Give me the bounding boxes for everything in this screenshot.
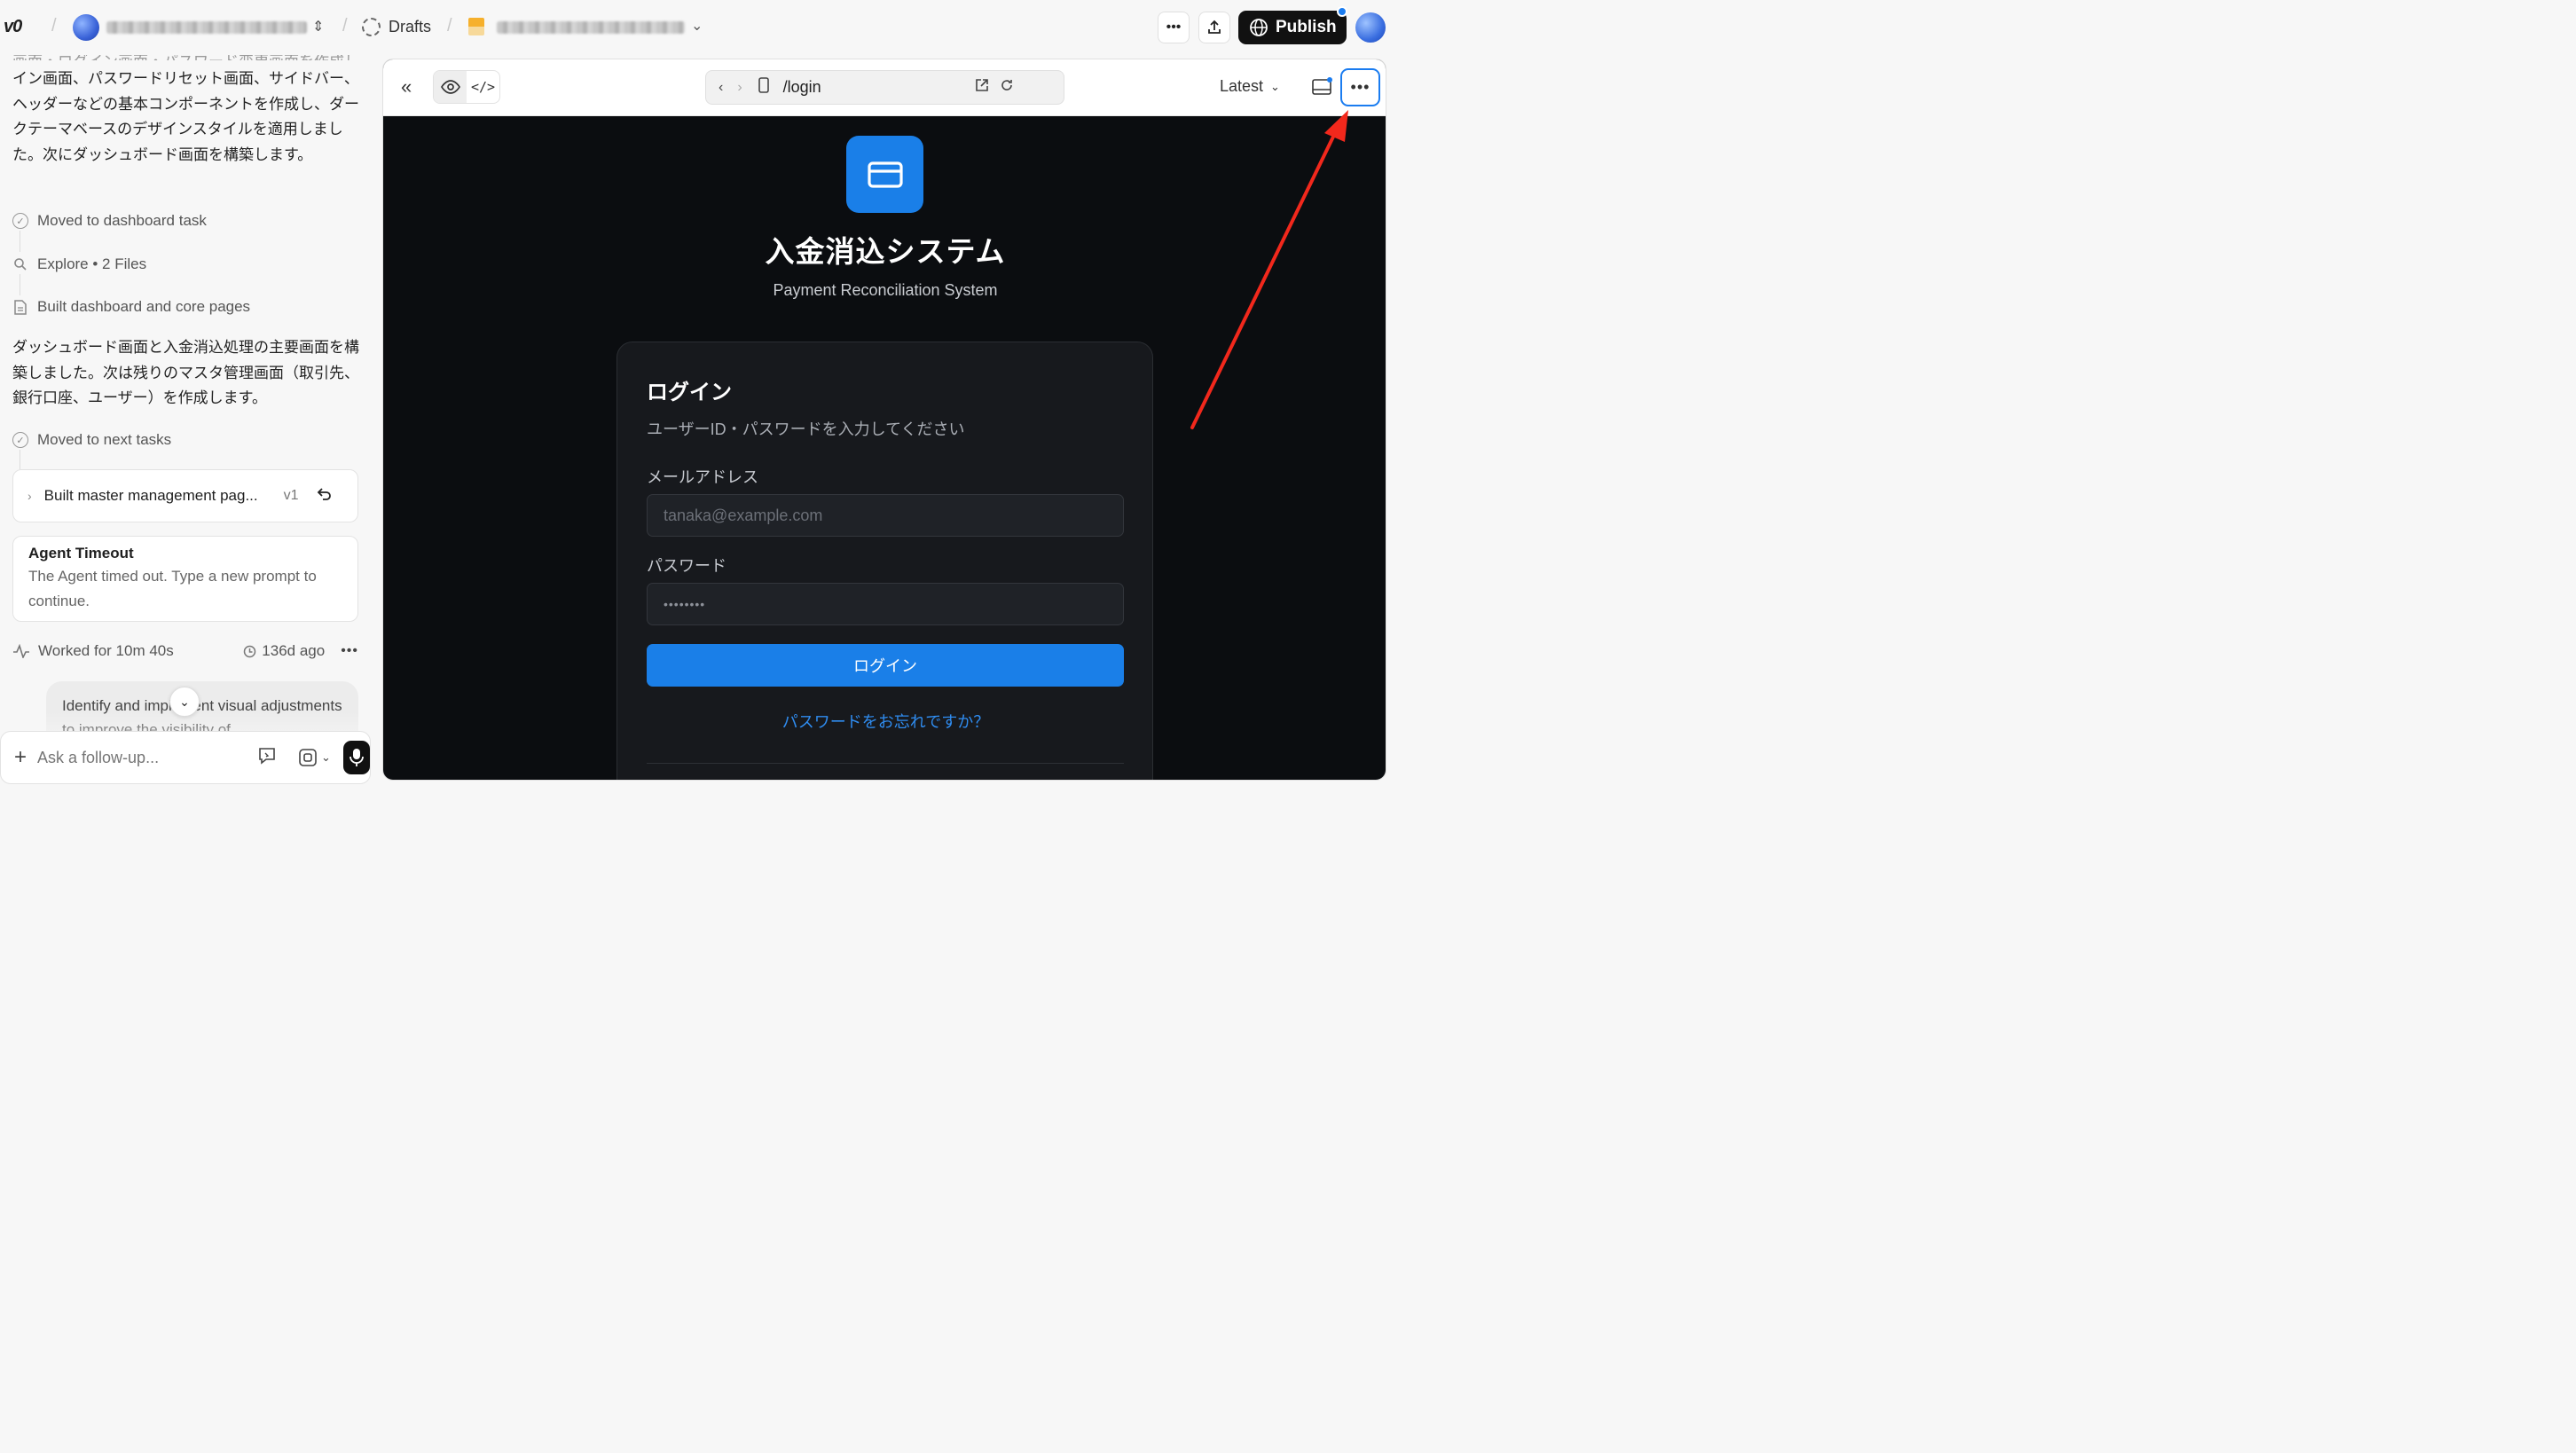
faded-text: 画面・ログイン画面・パスワード変更画面を作成しました。	[12, 55, 360, 60]
user-avatar[interactable]	[1355, 12, 1386, 43]
top-bar: v0 / ⇕ / Drafts / ⌄ ••• Publish	[0, 0, 1391, 55]
email-label: メールアドレス	[647, 468, 758, 486]
chevron-updown-icon[interactable]: ⇕	[312, 18, 324, 35]
microphone-icon	[349, 749, 364, 766]
credit-card-icon	[867, 161, 903, 188]
drafts-link[interactable]: Drafts	[389, 18, 431, 36]
login-card: ログイン ユーザーID・パスワードを入力してください メールアドレス tanak…	[617, 342, 1154, 780]
step-label: Moved to next tasks	[37, 431, 172, 448]
clock-icon	[244, 645, 256, 657]
login-description: ユーザーID・パスワードを入力してください	[647, 420, 965, 438]
step-built-dashboard[interactable]: Built dashboard and core pages	[12, 298, 250, 316]
step-moved-next: ✓ Moved to next tasks	[12, 431, 171, 449]
open-external-icon[interactable]	[975, 78, 989, 97]
layout-panel-icon[interactable]	[1311, 77, 1332, 101]
eye-icon	[440, 80, 460, 94]
view-mode-toggle: </>	[433, 70, 500, 104]
code-icon: </>	[470, 79, 496, 95]
scroll-down-button[interactable]: ⌄	[169, 687, 200, 717]
version-select[interactable]: Latest ⌄	[1220, 77, 1280, 96]
login-heading: ログイン	[647, 381, 732, 404]
timeout-body: The Agent timed out. Type a new prompt t…	[28, 568, 317, 609]
chevron-down-icon: ⌄	[1270, 79, 1280, 93]
worked-timestamp: 136d ago	[243, 642, 325, 660]
ellipsis-icon[interactable]: •••	[341, 643, 358, 659]
password-field[interactable]: ••••••••	[647, 583, 1124, 625]
chevron-down-icon: ⌄	[321, 750, 331, 764]
check-circle-icon: ✓	[12, 432, 28, 448]
composer: + ⌄	[0, 731, 371, 784]
preview-more-button[interactable]: •••	[1340, 68, 1380, 106]
version-tag: v1	[283, 488, 299, 503]
url-path[interactable]: /login	[783, 78, 975, 97]
work-summary: Worked for 10m 40s 136d ago •••	[12, 642, 358, 660]
code-mode-button[interactable]: </>	[467, 71, 499, 103]
refresh-icon[interactable]	[1000, 78, 1014, 97]
url-bar: ‹ › /login	[705, 70, 1064, 105]
publish-button[interactable]: Publish	[1238, 6, 1347, 44]
chat-panel: 画面・ログイン画面・パスワード変更画面を作成しました。 イン画面、パスワードリセ…	[0, 55, 371, 784]
v0-logo[interactable]: v0	[4, 17, 39, 38]
assistant-message: イン画面、パスワードリセット画面、サイドバー、ヘッダーなどの基本コンポーネントを…	[12, 70, 359, 163]
notification-dot	[1337, 6, 1347, 17]
step-label: Built dashboard and core pages	[37, 298, 251, 315]
app-title: 入金消込システム	[765, 235, 1006, 268]
back-icon[interactable]: ‹	[719, 80, 723, 96]
divider	[647, 763, 1124, 764]
project-color-icon	[468, 18, 484, 35]
preview-mode-button[interactable]	[434, 71, 467, 103]
activity-icon	[13, 644, 29, 658]
timeout-title: Agent Timeout	[28, 545, 134, 562]
drafts-icon	[362, 18, 381, 36]
forward-icon[interactable]: ›	[737, 80, 742, 96]
microphone-button[interactable]	[342, 741, 370, 774]
timeout-card: Agent Timeout The Agent timed out. Type …	[12, 536, 358, 622]
chevron-down-icon: ⌄	[179, 694, 190, 709]
share-button[interactable]	[1198, 12, 1230, 43]
password-label: パスワード	[647, 557, 726, 575]
model-selector[interactable]: ⌄	[298, 748, 331, 767]
breadcrumb-separator: /	[342, 16, 348, 35]
step-explore[interactable]: Explore • 2 Files	[12, 255, 146, 273]
model-icon	[299, 749, 317, 766]
preview-panel: « </> ‹ › /login Latest ⌄ ••• 入金消込システム P…	[382, 59, 1386, 781]
breadcrumb-separator: /	[51, 16, 57, 35]
step-label: Explore • 2 Files	[37, 255, 147, 272]
login-button[interactable]: ログイン	[647, 644, 1124, 687]
app-logo	[846, 136, 923, 213]
version-title: Built master management pag...	[43, 487, 258, 504]
collapse-panel-icon[interactable]: «	[401, 75, 412, 98]
email-field[interactable]: tanaka@example.com	[647, 494, 1124, 537]
preview-toolbar: « </> ‹ › /login Latest ⌄ •••	[383, 59, 1386, 116]
worked-duration: Worked for 10m 40s	[38, 642, 174, 659]
chevron-right-icon[interactable]: ›	[27, 489, 32, 503]
worked-ago: 136d ago	[262, 642, 326, 659]
mobile-device-icon[interactable]	[758, 77, 769, 98]
version-card[interactable]: › Built master management pag... v1	[12, 469, 358, 522]
chevron-down-icon[interactable]: ⌄	[691, 17, 703, 35]
speech-bubble-icon[interactable]	[257, 746, 279, 770]
team-name-redacted[interactable]	[106, 21, 307, 34]
globe-icon	[1250, 19, 1268, 36]
file-icon	[12, 299, 28, 315]
forgot-password-link[interactable]: パスワードをお忘れですか？	[617, 710, 1154, 733]
restore-icon[interactable]	[315, 485, 333, 507]
more-options-button[interactable]: •••	[1158, 12, 1190, 43]
project-name-redacted[interactable]	[497, 21, 685, 34]
version-select-label: Latest	[1220, 77, 1264, 95]
assistant-message: ダッシュボード画面と入金消込処理の主要画面を構築しました。次は残りのマスタ管理画…	[12, 339, 359, 406]
prompt-input[interactable]	[37, 748, 216, 767]
check-circle-icon: ✓	[12, 213, 28, 229]
search-icon	[12, 256, 28, 272]
step-label: Moved to dashboard task	[37, 212, 207, 229]
ellipsis-icon: •••	[1166, 20, 1182, 35]
upload-icon	[1208, 20, 1221, 34]
breadcrumb-separator: /	[447, 16, 452, 35]
step-moved-dashboard: ✓ Moved to dashboard task	[12, 212, 207, 230]
app-subtitle: Payment Reconciliation System	[773, 281, 998, 299]
publish-label: Publish	[1276, 18, 1337, 36]
team-avatar[interactable]	[73, 14, 99, 41]
plus-icon[interactable]: +	[14, 745, 27, 770]
ellipsis-icon: •••	[1350, 78, 1370, 96]
